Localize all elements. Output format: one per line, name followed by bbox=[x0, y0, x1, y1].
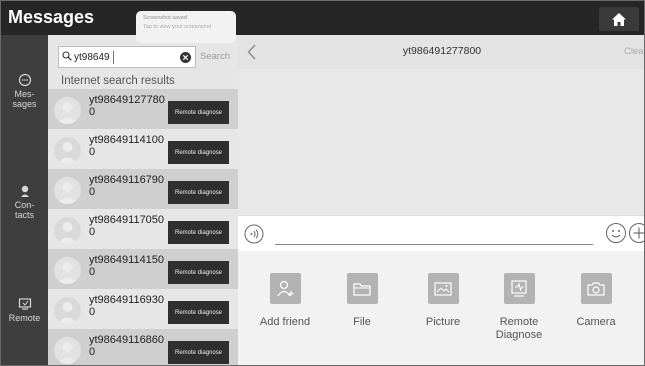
remote-diagnose-icon bbox=[503, 273, 535, 304]
avatar bbox=[54, 137, 81, 164]
voice-icon[interactable] bbox=[244, 224, 264, 244]
user-id: yt98649116930 0 bbox=[89, 294, 165, 318]
user-placeholder-icon bbox=[57, 342, 78, 364]
file-button[interactable]: File bbox=[327, 273, 397, 329]
list-item[interactable]: yt98649116790 0 Remote diagnose bbox=[48, 169, 238, 209]
toast-title: Screenshot saved bbox=[143, 15, 188, 21]
user-placeholder-icon bbox=[57, 222, 78, 244]
nav-label-line1: Con- bbox=[14, 200, 35, 210]
plus-icon[interactable] bbox=[628, 222, 645, 244]
emoji-icon[interactable] bbox=[605, 222, 627, 244]
contact-icon bbox=[20, 185, 29, 197]
list-item[interactable]: yt98649116930 0 Remote diagnose bbox=[48, 289, 238, 329]
chat-icon bbox=[18, 73, 31, 87]
avatar bbox=[54, 257, 81, 284]
message-input-bar bbox=[238, 215, 645, 251]
home-button[interactable] bbox=[599, 7, 639, 31]
nav-label-line2: sages bbox=[12, 99, 37, 109]
list-item[interactable]: yt98649114150 0 Remote diagnose bbox=[48, 249, 238, 289]
search-icon bbox=[62, 51, 72, 61]
remote-diagnose-button[interactable]: Remote diagnose bbox=[168, 221, 229, 244]
app-window: Messages Screenshot saved Tap to view yo… bbox=[0, 0, 645, 366]
remote-diagnose-button[interactable]: Remote diagnose bbox=[168, 101, 229, 124]
left-nav: Mes- sages Con- tacts Remote bbox=[1, 35, 48, 365]
avatar bbox=[54, 177, 81, 204]
list-item[interactable]: yt98649114100 0 Remote diagnose bbox=[48, 129, 238, 169]
results-heading: Internet search results bbox=[61, 75, 175, 87]
user-id: yt98649116790 0 bbox=[89, 174, 165, 198]
attachment-panel: Add friend File Picture Remote Diagnose C… bbox=[238, 251, 644, 365]
avatar bbox=[54, 297, 81, 324]
user-placeholder-icon bbox=[57, 262, 78, 284]
search-button[interactable]: Search bbox=[200, 51, 230, 62]
tool-label: Camera bbox=[576, 316, 616, 328]
nav-label-line2: tacts bbox=[14, 210, 34, 220]
message-input[interactable] bbox=[275, 244, 593, 245]
remote-diagnose-button[interactable]: Remote diagnose bbox=[168, 261, 229, 284]
user-placeholder-icon bbox=[57, 142, 78, 164]
avatar bbox=[54, 217, 81, 244]
remote-icon bbox=[18, 298, 31, 310]
add-friend-icon bbox=[269, 273, 301, 304]
nav-item-messages[interactable]: Mes- sages bbox=[1, 73, 48, 109]
chat-title: yt986491277800 bbox=[402, 45, 482, 57]
remote-diagnose-button[interactable]: Remote diagnose bbox=[168, 181, 229, 204]
avatar bbox=[54, 97, 81, 124]
remote-diagnose-button[interactable]: Remote diagnose bbox=[168, 341, 229, 364]
list-item[interactable]: yt98649117050 0 Remote diagnose bbox=[48, 209, 238, 249]
nav-item-contacts[interactable]: Con- tacts bbox=[1, 184, 48, 220]
camera-icon bbox=[580, 273, 612, 304]
avatar bbox=[54, 337, 81, 364]
search-input[interactable]: yt98649 bbox=[58, 46, 196, 68]
user-id: yt98649127780 0 bbox=[89, 94, 165, 118]
user-id: yt98649117050 0 bbox=[89, 214, 165, 238]
user-placeholder-icon bbox=[57, 182, 78, 204]
camera-button[interactable]: Camera bbox=[561, 273, 631, 329]
text-caret bbox=[113, 51, 114, 64]
search-value: yt98649 bbox=[74, 52, 110, 63]
screenshot-toast[interactable]: Screenshot saved Tap to view your screen… bbox=[136, 11, 236, 43]
clear-chat-button[interactable]: Clear bbox=[624, 46, 644, 57]
remote-diagnose-button[interactable]: Remote diagnose bbox=[168, 141, 229, 164]
clear-search-icon[interactable] bbox=[180, 52, 191, 63]
add-friend-button[interactable]: Add friend bbox=[250, 273, 320, 329]
home-icon bbox=[612, 12, 626, 26]
picture-button[interactable]: Picture bbox=[408, 273, 478, 329]
remote-diagnose-tool-button[interactable]: Remote Diagnose bbox=[484, 273, 554, 342]
chat-header: yt986491277800 Clear bbox=[238, 35, 644, 69]
tool-label: Remote Diagnose bbox=[495, 316, 543, 341]
contact-search-panel: yt98649 Search Internet search results y… bbox=[48, 35, 238, 365]
user-id: yt98649114150 0 bbox=[89, 254, 165, 278]
tool-label: File bbox=[353, 316, 371, 328]
chat-message-area bbox=[238, 69, 644, 215]
toast-subtitle: Tap to view your screenshot bbox=[143, 24, 212, 30]
nav-label-line1: Remote bbox=[8, 313, 41, 323]
tool-label: Picture bbox=[425, 316, 461, 328]
folder-icon bbox=[346, 273, 378, 304]
user-placeholder-icon bbox=[57, 302, 78, 324]
tool-label: Add friend bbox=[259, 316, 311, 328]
search-row: yt98649 Search bbox=[48, 46, 238, 70]
app-title: Messages bbox=[8, 7, 95, 27]
list-item[interactable]: yt98649116860 0 Remote diagnose bbox=[48, 329, 238, 365]
list-item[interactable]: yt98649127780 0 Remote diagnose bbox=[48, 89, 238, 129]
nav-item-remote[interactable]: Remote bbox=[1, 297, 48, 323]
picture-icon bbox=[427, 273, 459, 304]
user-placeholder-icon bbox=[57, 102, 78, 124]
remote-diagnose-button[interactable]: Remote diagnose bbox=[168, 301, 229, 324]
user-id: yt98649114100 0 bbox=[89, 134, 165, 158]
top-bar: Messages bbox=[1, 1, 644, 35]
nav-label-line1: Mes- bbox=[14, 89, 35, 99]
user-id: yt98649116860 0 bbox=[89, 334, 165, 358]
back-icon[interactable] bbox=[247, 44, 256, 60]
